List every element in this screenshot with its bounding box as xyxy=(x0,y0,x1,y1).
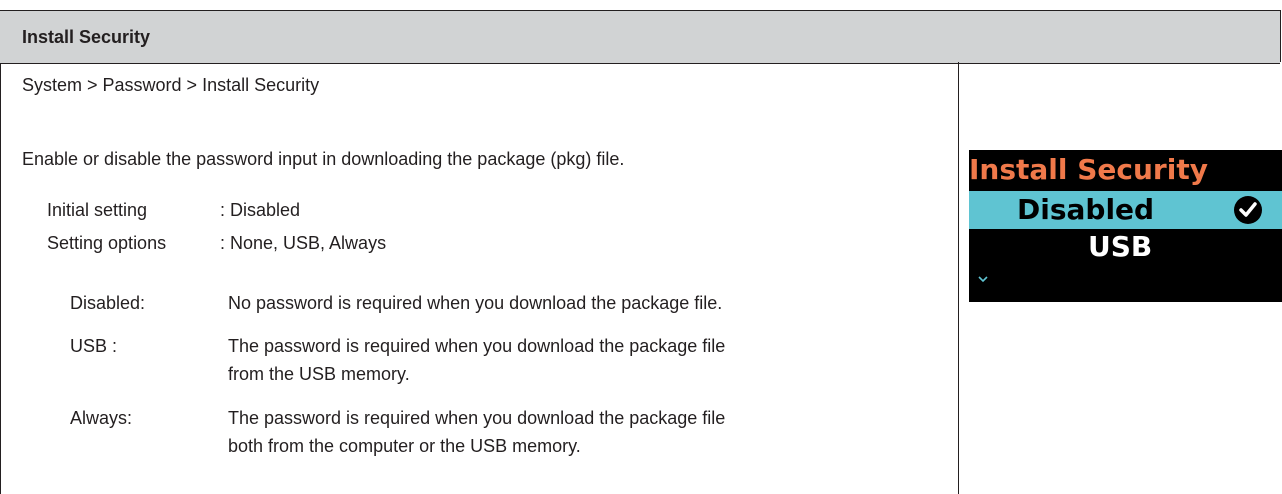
description-text: Enable or disable the password input in … xyxy=(22,149,625,169)
check-circle-icon xyxy=(1234,196,1262,224)
breadcrumb: System > Password > Install Security xyxy=(22,75,320,95)
option-desc-disabled: No password is required when you downloa… xyxy=(228,293,723,313)
settings-table: Install Security System > Password > Ins… xyxy=(0,10,1282,494)
option-term-usb: USB : xyxy=(70,336,118,356)
initial-setting-label: Initial setting xyxy=(47,200,148,220)
chevron-down-icon xyxy=(978,276,988,283)
column-divider xyxy=(958,62,959,494)
option-desc-usb-line1: The password is required when you downlo… xyxy=(228,336,726,356)
setting-options-label: Setting options xyxy=(47,233,167,253)
page-title: Install Security xyxy=(22,27,151,47)
option-desc-usb-line2: from the USB memory. xyxy=(228,364,410,384)
table-border-left xyxy=(0,10,1,494)
initial-setting-value: : Disabled xyxy=(220,200,301,220)
option-desc-always-line2: both from the computer or the USB memory… xyxy=(228,436,581,456)
table-border-right xyxy=(1280,10,1281,62)
option-term-always: Always: xyxy=(70,408,133,428)
device-selected-option: Disabled xyxy=(1017,193,1155,226)
option-desc-always-line1: The password is required when you downlo… xyxy=(228,408,726,428)
option-term-disabled: Disabled: xyxy=(70,293,146,313)
device-option-usb: USB xyxy=(1088,230,1153,263)
setting-options-value: : None, USB, Always xyxy=(220,233,387,253)
device-screen-title: Install Security xyxy=(969,153,1208,186)
device-screen-preview: Install Security Disabled USB xyxy=(969,150,1282,302)
table-header-row: Install Security xyxy=(0,10,1280,64)
device-selected-row: Disabled xyxy=(969,191,1282,229)
